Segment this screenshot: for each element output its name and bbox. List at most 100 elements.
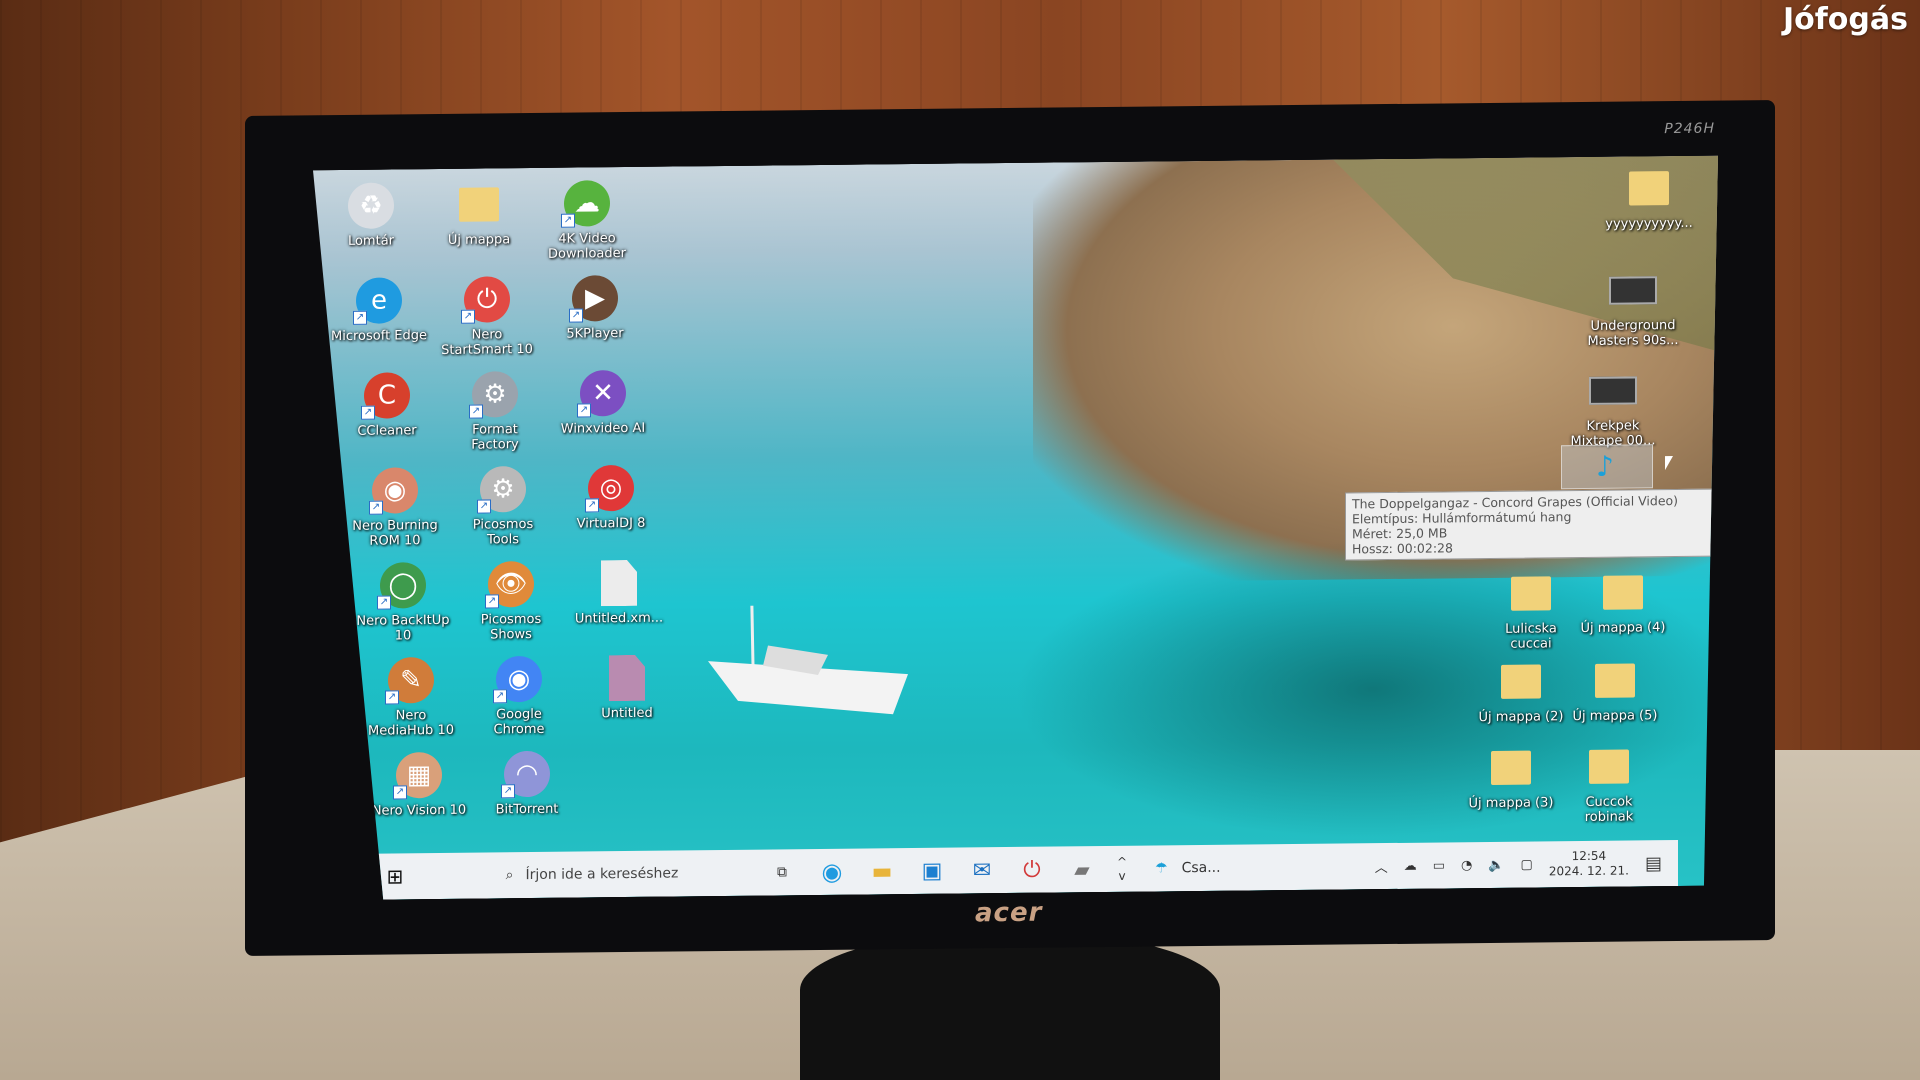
search-box[interactable]: ⌕ Írjon ide a kereséshez xyxy=(417,850,757,900)
battery-icon[interactable]: ▭ xyxy=(1433,858,1445,873)
desktop-icon[interactable]: ◠ ↗ BitTorrent xyxy=(479,750,575,818)
shortcut-arrow-icon: ↗ xyxy=(393,785,407,799)
icon-label: Nero BackItUp 10 xyxy=(356,612,450,644)
wifi-icon[interactable]: ◔ xyxy=(1461,858,1472,873)
shortcut-arrow-icon: ↗ xyxy=(501,784,515,798)
system-tray: ︿ ☁ ▭ ◔ 🔈 ▢ 12:54 2024. 12. 21. ▤ xyxy=(1375,848,1678,881)
desktop-icon[interactable]: Lulicska cuccai xyxy=(1483,569,1579,652)
taskbar-outlook[interactable]: ✉ xyxy=(957,847,1007,894)
taskbar-app[interactable]: ▰ xyxy=(1057,846,1107,893)
watermark: Jófogás xyxy=(1782,2,1908,37)
desktop-icon[interactable]: Új mappa (3) xyxy=(1463,743,1559,811)
desktop-icon[interactable]: ⚙ ↗ Format Factory xyxy=(447,370,543,453)
media-file-icon xyxy=(1607,266,1659,315)
desktop-icon[interactable]: Underground Masters 90s... xyxy=(1585,266,1681,349)
onedrive-icon[interactable]: ☁ xyxy=(1404,858,1417,873)
desktop-icon[interactable]: Untitled xyxy=(579,654,675,722)
desktop-icon[interactable]: yyyyyyyyyy... xyxy=(1601,164,1697,232)
notifications-icon[interactable]: ▤ xyxy=(1645,853,1662,874)
desktop-icon[interactable]: Új mappa (4) xyxy=(1575,568,1671,636)
icon-label: Winxvideo AI xyxy=(560,420,646,437)
desktop-icon[interactable]: Új mappa xyxy=(431,180,527,248)
app-icon: ☁ ↗ xyxy=(561,179,613,228)
desktop-icon[interactable]: ⚙ ↗ Picosmos Tools xyxy=(455,465,551,548)
outlook-icon: ✉ xyxy=(972,857,992,883)
desktop-icon[interactable]: Új mappa (2) xyxy=(1473,657,1569,725)
icon-label: Picosmos Shows xyxy=(480,611,542,643)
desktop-icon[interactable]: ▦ ↗ Nero Vision 10 xyxy=(371,751,467,819)
monitor: P246H acer ♻ Lomtár Új mappa ☁ ↗ 4K Video Dow… xyxy=(245,99,1775,957)
desktop-icon[interactable]: ▶ ↗ 5KPlayer xyxy=(547,274,643,342)
selected-audio-file[interactable]: ♪ xyxy=(1561,444,1653,489)
shortcut-arrow-icon: ↗ xyxy=(485,594,499,608)
taskbar-scroll[interactable]: ^ v xyxy=(1107,846,1137,892)
icon-label: Nero Burning ROM 10 xyxy=(352,517,438,549)
desktop-icon[interactable]: ♻ Lomtár xyxy=(323,181,419,249)
icon-label: Lulicska cuccai xyxy=(1505,621,1557,652)
icon-label: 4K Video Downloader xyxy=(548,231,626,262)
chevron-up-icon: ^ xyxy=(1116,854,1128,869)
icon-label: Untitled xyxy=(601,705,653,722)
shortcut-arrow-icon: ↗ xyxy=(377,595,391,609)
media-file-icon xyxy=(1587,366,1639,415)
task-view-button[interactable]: ⧉ xyxy=(757,849,807,896)
desktop-icon[interactable]: ◉ ↗ Google Chrome xyxy=(471,655,567,738)
weather-icon: ☂ xyxy=(1155,860,1168,877)
desktop-icon[interactable]: ⏻ ↗ Nero StartSmart 10 xyxy=(439,275,535,358)
app-icon: ⏻ ↗ xyxy=(461,275,513,324)
volume-icon[interactable]: 🔈 xyxy=(1488,857,1504,872)
icon-label: 5KPlayer xyxy=(566,326,624,342)
app-icon: ⚙ ↗ xyxy=(477,465,529,514)
search-placeholder: Írjon ide a kereséshez xyxy=(525,865,679,884)
app-icon: ⚙ ↗ xyxy=(469,370,521,419)
desktop-icon[interactable]: ◉ ↗ Nero Burning ROM 10 xyxy=(347,466,443,549)
folder-icon xyxy=(1505,569,1557,618)
desktop-icon[interactable]: ◎ ↗ VirtualDJ 8 xyxy=(563,464,659,532)
desktop-icon[interactable]: 👁 ↗ Picosmos Shows xyxy=(463,560,559,643)
folder-icon xyxy=(1589,656,1641,705)
weather-label: Csa... xyxy=(1181,859,1221,877)
icon-label: CCleaner xyxy=(357,423,417,439)
taskbar-edge[interactable]: ◉ xyxy=(807,849,857,896)
start-button[interactable]: ⊞ xyxy=(373,853,417,899)
show-hidden-icons[interactable]: ︿ xyxy=(1375,857,1388,876)
taskbar: ⊞ ⌕ Írjon ide a kereséshez ⧉ ◉ ▬ ▣ ✉ ⏻ ▰… xyxy=(373,840,1678,900)
weather-widget[interactable]: ☂ Csa... xyxy=(1137,845,1221,892)
icon-label: Picosmos Tools xyxy=(472,516,534,548)
shortcut-arrow-icon: ↗ xyxy=(577,403,591,417)
shortcut-arrow-icon: ↗ xyxy=(493,689,507,703)
desktop[interactable]: ♻ Lomtár Új mappa ☁ ↗ 4K Video Downloader e ↗ Mi… xyxy=(313,156,1718,901)
app-icon: ▰ xyxy=(1074,857,1090,882)
desktop-icon[interactable]: Untitled.xm... xyxy=(571,559,667,627)
wallpaper-sailboat xyxy=(708,604,928,726)
app-icon: ✎ ↗ xyxy=(385,656,437,705)
meet-now-icon[interactable]: ▢ xyxy=(1521,857,1533,872)
desktop-icon[interactable]: ☁ ↗ 4K Video Downloader xyxy=(539,179,635,262)
icon-label: Új mappa xyxy=(447,232,511,248)
desktop-icon[interactable]: ✕ ↗ Winxvideo AI xyxy=(555,369,651,437)
desktop-icon[interactable]: Cuccok robinak xyxy=(1561,742,1657,825)
desktop-icon[interactable]: ◯ ↗ Nero BackItUp 10 xyxy=(355,561,451,644)
app-icon: C ↗ xyxy=(361,371,413,420)
app-icon: ◠ ↗ xyxy=(501,750,553,799)
icon-label: Format Factory xyxy=(471,422,519,453)
folder-icon xyxy=(1495,657,1547,706)
nero-icon: ⏻ xyxy=(1023,857,1041,883)
desktop-icon[interactable]: ✎ ↗ Nero MediaHub 10 xyxy=(363,656,459,739)
icon-label: Új mappa (4) xyxy=(1580,620,1666,637)
folder-icon xyxy=(1623,164,1675,213)
chevron-down-icon: v xyxy=(1118,868,1126,883)
desktop-icon[interactable]: Új mappa (5) xyxy=(1567,656,1663,724)
taskbar-file-explorer[interactable]: ▬ xyxy=(857,848,907,895)
windows-icon: ⊞ xyxy=(386,864,404,889)
desktop-icon[interactable]: Krekpek Mixtape 00... xyxy=(1565,366,1661,449)
icon-label: Underground Masters 90s... xyxy=(1587,318,1679,349)
taskbar-nero[interactable]: ⏻ xyxy=(1007,847,1057,894)
clock[interactable]: 12:54 2024. 12. 21. xyxy=(1549,849,1629,880)
clock-date: 2024. 12. 21. xyxy=(1548,863,1629,879)
desktop-icon[interactable]: e ↗ Microsoft Edge xyxy=(331,276,427,344)
monitor-model: P246H xyxy=(1664,120,1715,138)
desktop-icon[interactable]: C ↗ CCleaner xyxy=(339,371,435,439)
taskbar-store[interactable]: ▣ xyxy=(907,848,957,895)
icon-label: Új mappa (5) xyxy=(1572,708,1658,725)
